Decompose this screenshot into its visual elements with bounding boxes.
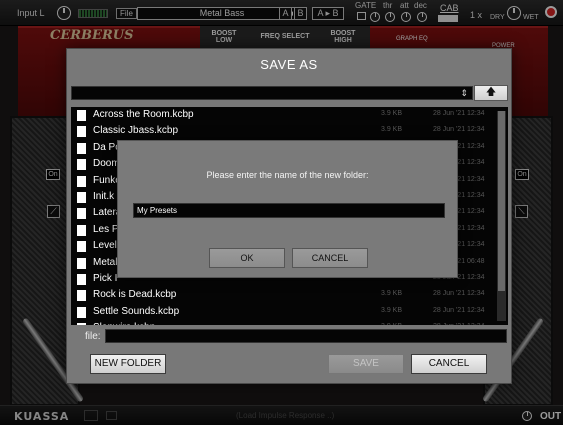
file-date: 28 Jun '21 12:34 <box>433 110 485 117</box>
file-name: Rock is Dead.kcbp <box>93 289 177 301</box>
file-icon <box>77 257 86 269</box>
file-icon <box>77 110 86 121</box>
file-icon <box>77 241 86 253</box>
folder-prompt-text: Please enter the name of the new folder: <box>206 170 369 180</box>
file-icon <box>77 306 86 318</box>
file-name: Metal <box>93 256 118 268</box>
file-date: 28 Jun '21 12:34 <box>433 126 485 134</box>
file-row[interactable]: Across the Room.kcbp 3.9 KB 28 Jun '21 12:… <box>71 107 491 123</box>
select-arrows-icon: ⇕ <box>460 88 468 98</box>
file-icon <box>77 159 86 171</box>
scrollbar-thumb[interactable] <box>498 111 505 291</box>
file-name: Settle Sounds.kcbp <box>93 305 180 317</box>
folder-cancel-button[interactable]: CANCEL <box>292 248 368 268</box>
file-size: 3.9 KB <box>381 323 402 325</box>
file-icon <box>77 192 86 203</box>
file-row[interactable]: Rock is Dead.kcbp 3.9 KB 28 Jun '21 12:34 <box>71 287 491 303</box>
ok-button[interactable]: OK <box>209 248 285 268</box>
arrow-up-icon: 🡅 <box>485 87 497 98</box>
path-select[interactable]: ⇕ <box>71 86 473 100</box>
file-icon <box>77 208 86 220</box>
new-folder-button[interactable]: NEW FOLDER <box>90 354 166 374</box>
folder-name-input[interactable] <box>133 203 445 218</box>
file-size: 3.9 KB <box>381 306 403 314</box>
file-icon <box>77 274 86 285</box>
file-name-label: file: <box>85 331 101 342</box>
file-name: Level <box>93 240 117 252</box>
save-button[interactable]: SAVE <box>328 354 404 374</box>
file-list-scrollbar[interactable] <box>497 111 506 321</box>
new-folder-dialog: Please enter the name of the new folder:… <box>117 140 458 278</box>
file-icon <box>77 142 86 154</box>
file-name: Pick I <box>93 273 118 284</box>
file-icon <box>77 323 86 325</box>
dialog-title: SAVE AS <box>260 57 318 72</box>
file-size: 3.9 KB <box>381 126 403 134</box>
file-row[interactable]: Classic Jbass.kcbp 3.9 KB 28 Jun '21 12:34 <box>71 123 491 139</box>
file-date: 28 Jun '21 12:34 <box>433 306 485 314</box>
file-name: Slapwire.kcbp <box>93 322 155 325</box>
file-size: 3.9 KB <box>381 110 403 117</box>
file-icon <box>77 175 86 187</box>
file-name: Les P <box>93 223 119 235</box>
file-name: Classic Jbass.kcbp <box>93 125 179 137</box>
file-date: 28 Jun '21 12:34 <box>433 290 485 298</box>
file-row[interactable]: Settle Sounds.kcbp 3.9 KB 28 Jun '21 12:34 <box>71 304 491 320</box>
file-name: Doom <box>93 158 120 170</box>
file-name: Init.k <box>93 191 115 202</box>
cancel-button[interactable]: CANCEL <box>411 354 487 374</box>
file-row[interactable]: Slapwire.kcbp 3.9 KB 28 Jun '21 12:34 <box>71 320 491 325</box>
file-name: Across the Room.kcbp <box>93 109 194 120</box>
file-icon <box>77 290 86 302</box>
file-date: 28 Jun '21 12:34 <box>433 323 485 325</box>
up-folder-button[interactable]: 🡅 <box>474 85 508 101</box>
file-size: 3.9 KB <box>381 290 403 298</box>
file-icon <box>77 126 86 138</box>
file-icon <box>77 224 86 236</box>
file-name-input[interactable] <box>105 329 507 343</box>
